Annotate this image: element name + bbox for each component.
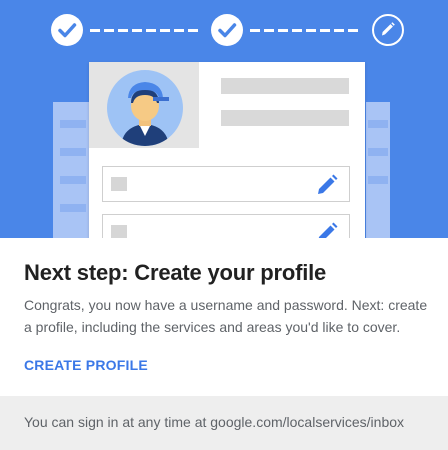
step-connector [250,29,362,32]
background-line [60,148,86,156]
profile-document [89,62,365,238]
card-content: Next step: Create your profile Congrats,… [0,238,448,396]
step-1-complete [51,14,83,46]
pencil-icon [318,222,338,238]
placeholder-bar [221,110,349,126]
field-placeholder [111,177,127,191]
background-line [60,176,86,184]
progress-stepper [0,14,448,46]
placeholder-bar [221,78,349,94]
profile-field [102,166,350,202]
card-footer: You can sign in at any time at google.co… [0,396,448,450]
hero-illustration [0,0,448,238]
profile-header [89,62,365,148]
step-3-current [372,14,404,46]
create-profile-button[interactable]: CREATE PROFILE [24,357,148,373]
card-description: Congrats, you now have a username and pa… [24,297,428,335]
background-line [60,120,86,128]
background-line [368,176,388,184]
check-icon [218,23,237,38]
field-placeholder [111,225,127,238]
avatar [107,70,183,146]
profile-field [102,214,350,238]
step-connector [90,29,202,32]
background-line [368,148,388,156]
pencil-icon [382,22,395,36]
onboarding-card: Next step: Create your profile Congrats,… [0,0,448,450]
sign-in-info: You can sign in at any time at google.co… [24,414,405,430]
background-line [368,120,388,128]
pencil-icon [318,174,338,194]
check-icon [58,23,77,38]
background-line [60,204,86,212]
step-2-complete [211,14,243,46]
worker-icon [121,82,169,146]
card-title: Next step: Create your profile [24,260,327,285]
profile-header-info [199,62,365,148]
